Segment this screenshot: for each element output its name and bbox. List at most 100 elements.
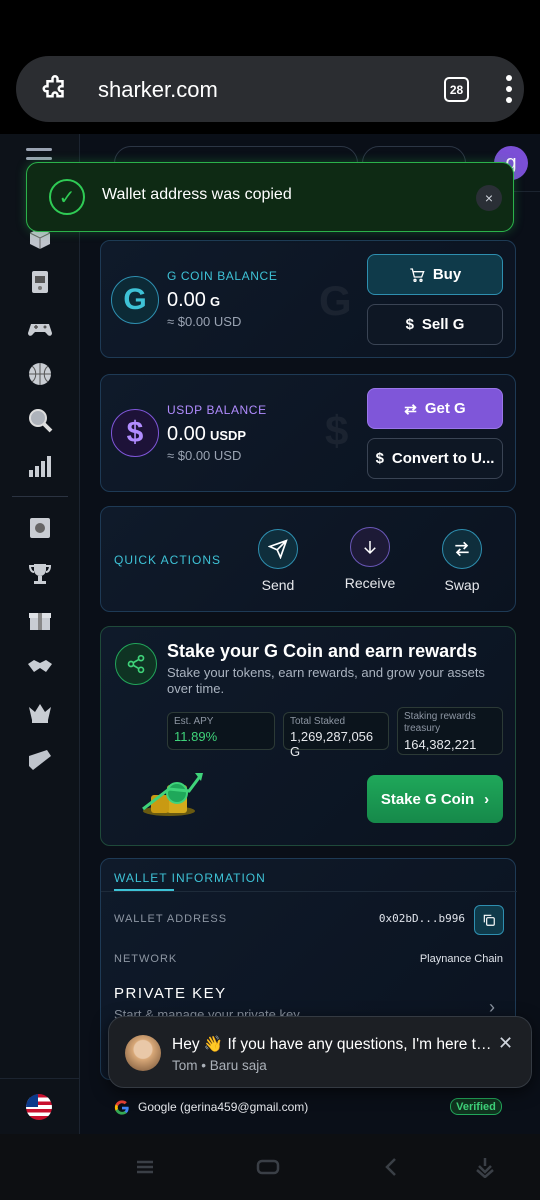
g-watermark: G	[319, 277, 352, 324]
network-label: NETWORK	[114, 953, 178, 965]
google-account-row: Google (gerina459@gmail.com) Verified	[100, 1090, 516, 1134]
stat-apy-value: 11.89%	[174, 729, 218, 744]
verified-badge: Verified	[450, 1098, 502, 1115]
stat-total-staked: Total Staked 1,269,287,056 G	[283, 712, 389, 759]
stat-treasury-label: Staking rewards treasury	[404, 711, 476, 734]
g-coin-usd-value: ≈ $0.00 USD	[167, 314, 242, 329]
support-agent-avatar	[125, 1035, 161, 1071]
tab-divider	[101, 891, 517, 892]
usdp-label: USDP BALANCE	[167, 403, 267, 417]
stat-total-staked-value: 1,269,287,056 G	[290, 729, 374, 759]
stake-card: Stake your G Coin and earn rewards Stake…	[100, 626, 516, 846]
copy-icon	[483, 914, 495, 926]
stake-title: Stake your G Coin and earn rewards	[167, 641, 478, 661]
stake-button-label: Stake G Coin	[380, 790, 475, 808]
stat-apy: Est. APY 11.89%	[167, 712, 275, 750]
sell-g-button[interactable]: $ Sell G	[367, 304, 503, 345]
chevron-right-icon: ›	[484, 790, 490, 808]
usdp-coin-icon: $	[111, 409, 159, 457]
chevron-right-icon[interactable]: ›	[489, 997, 495, 1018]
sidebar-gift-box-icon[interactable]	[26, 606, 54, 634]
wallet-address-value: 0x02bD...b996	[378, 912, 465, 925]
copy-address-button[interactable]	[474, 905, 504, 935]
chat-message: Hey 👋 If you have any questions, I'm her…	[172, 1036, 494, 1053]
close-toast-button[interactable]: ×	[476, 185, 502, 211]
sidebar-divider	[12, 496, 68, 497]
sidebar-gamepad-icon[interactable]	[26, 314, 54, 342]
sidebar-handshake-icon[interactable]	[26, 652, 54, 680]
google-logo-icon	[114, 1100, 129, 1115]
swap-action[interactable]: Swap	[432, 529, 492, 593]
stat-treasury-value: 164,382,221	[404, 737, 477, 752]
close-chat-icon[interactable]: ✕	[498, 1033, 513, 1054]
g-coin-icon: G	[111, 276, 159, 324]
sell-label: Sell G	[421, 316, 465, 333]
support-chat-popup[interactable]: Hey 👋 If you have any questions, I'm her…	[108, 1016, 532, 1088]
browser-chrome: sharker.com 28	[0, 0, 540, 134]
buy-button[interactable]: Buy	[367, 254, 503, 295]
dollar-watermark: $	[325, 407, 349, 454]
stat-treasury: Staking rewards treasury 164,382,221	[397, 707, 503, 755]
toast-message: Wallet address was copied	[102, 186, 292, 203]
sidebar-bottom-divider	[0, 1078, 80, 1079]
language-flag-us-icon[interactable]	[26, 1094, 52, 1120]
sidebar-trophy-icon[interactable]	[26, 560, 54, 588]
address-bar[interactable]: sharker.com 28	[16, 56, 524, 122]
quick-actions-card: QUICK ACTIONS Send Receive Swap	[100, 506, 516, 612]
sidebar-slot-machine-icon[interactable]	[26, 268, 54, 296]
tab-active-underline	[114, 889, 174, 891]
google-account-email: Google (gerina459@gmail.com)	[138, 1100, 309, 1114]
send-icon	[258, 529, 298, 569]
url-text[interactable]: sharker.com	[98, 77, 218, 103]
convert-label: Convert to U...	[391, 450, 495, 467]
sidebar-ticket-icon[interactable]	[26, 746, 54, 774]
network-value: Playnance Chain	[419, 953, 503, 965]
receive-label: Receive	[344, 575, 396, 591]
usdp-balance-card: $ $ USDP BALANCE 0.00 USDP ≈ $0.00 USD ⇄ …	[100, 374, 516, 492]
swap-icon	[442, 529, 482, 569]
home-icon[interactable]	[256, 1156, 280, 1178]
usdp-amount: 0.00 USDP	[167, 423, 247, 445]
exchange-arrows-icon: ⇄	[404, 400, 417, 418]
get-g-label: Get G	[424, 400, 466, 417]
sidebar	[0, 134, 80, 1134]
dollar-icon: $	[375, 450, 384, 467]
recent-apps-icon[interactable]	[134, 1156, 156, 1178]
buy-label: Buy	[432, 266, 462, 283]
tab-count: 28	[449, 82, 464, 97]
g-coin-amount: 0.00 G	[167, 289, 221, 311]
chat-sender: Tom • Baru saja	[172, 1058, 267, 1073]
growing-coins-illustration	[142, 773, 203, 816]
cart-icon	[410, 267, 425, 282]
copied-toast: ✓ Wallet address was copied ×	[26, 162, 514, 232]
sidebar-basketball-icon[interactable]	[26, 360, 54, 388]
assistant-icon[interactable]	[474, 1156, 496, 1178]
browser-menu-icon[interactable]	[505, 75, 513, 103]
receive-icon	[350, 527, 390, 567]
wallet-address-label: WALLET ADDRESS	[114, 913, 228, 925]
sidebar-chart-bars-icon[interactable]	[26, 452, 54, 480]
back-icon[interactable]	[382, 1156, 400, 1178]
stake-g-coin-button[interactable]: Stake G Coin ›	[367, 775, 503, 823]
get-g-button[interactable]: ⇄ Get G	[367, 388, 503, 429]
stat-total-staked-label: Total Staked	[290, 716, 346, 727]
extension-puzzle-icon[interactable]	[40, 75, 70, 105]
sidebar-crown-icon[interactable]	[26, 698, 54, 726]
sidebar-search-magnifier-icon[interactable]	[26, 406, 54, 434]
page-content: g G G G COIN BALANCE 0.00 G ≈ $0.00 USD B…	[0, 134, 540, 1134]
g-coin-balance-card: G G G COIN BALANCE 0.00 G ≈ $0.00 USD Buy…	[100, 240, 516, 358]
wallet-information-tab[interactable]: WALLET INFORMATION	[114, 871, 266, 885]
send-label: Send	[261, 577, 295, 593]
dollar-icon: $	[405, 316, 414, 333]
private-key-title[interactable]: PRIVATE KEY	[114, 985, 227, 1002]
g-coin-label: G COIN BALANCE	[167, 269, 278, 283]
receive-action[interactable]: Receive	[340, 527, 400, 591]
system-navigation-bar	[0, 1134, 540, 1200]
sidebar-safe-icon[interactable]	[26, 514, 54, 542]
usdp-usd-value: ≈ $0.00 USD	[167, 448, 242, 463]
tab-switcher-button[interactable]: 28	[444, 77, 469, 102]
swap-label: Swap	[444, 577, 480, 593]
convert-button[interactable]: $ Convert to U...	[367, 438, 503, 479]
send-action[interactable]: Send	[248, 529, 308, 593]
share-network-icon	[115, 643, 157, 685]
